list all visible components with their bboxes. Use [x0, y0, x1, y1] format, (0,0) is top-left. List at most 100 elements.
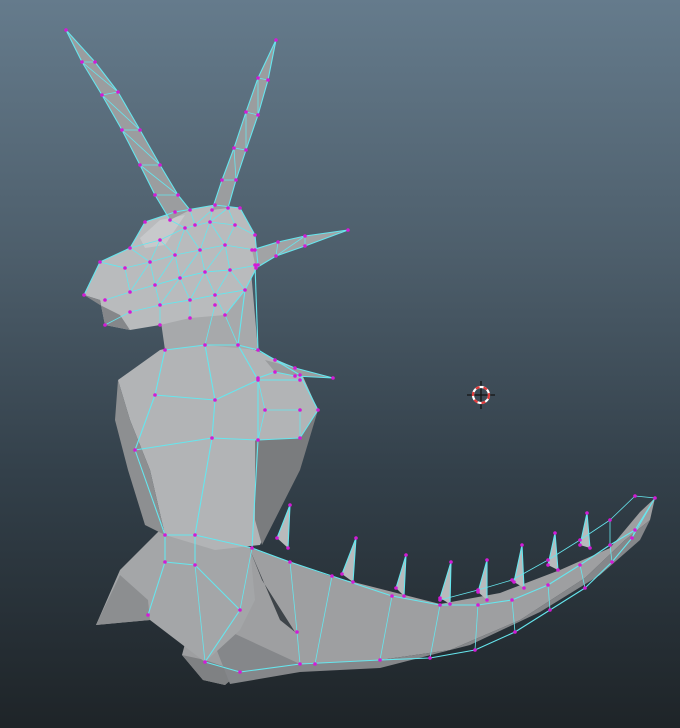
vertex[interactable] — [546, 563, 550, 567]
vertex[interactable] — [103, 298, 107, 302]
vertex[interactable] — [583, 586, 587, 590]
vertex[interactable] — [153, 193, 157, 197]
vertex[interactable] — [263, 408, 267, 412]
vertex[interactable] — [476, 590, 480, 594]
vertex[interactable] — [293, 366, 297, 370]
vertex[interactable] — [153, 393, 157, 397]
vertex[interactable] — [266, 78, 270, 82]
vertex[interactable] — [244, 148, 248, 152]
vertex[interactable] — [253, 248, 257, 252]
vertex[interactable] — [485, 598, 489, 602]
vertex[interactable] — [223, 313, 227, 317]
vertex[interactable] — [331, 376, 335, 380]
vertex[interactable] — [448, 602, 452, 606]
vertex[interactable] — [153, 283, 157, 287]
vertex[interactable] — [138, 128, 142, 132]
vertex[interactable] — [158, 303, 162, 307]
vertex[interactable] — [303, 244, 307, 248]
vertex[interactable] — [256, 113, 260, 117]
vertex[interactable] — [103, 323, 107, 327]
vertex[interactable] — [303, 234, 307, 238]
crosshair-manipulator-icon[interactable] — [467, 381, 495, 409]
vertex[interactable] — [213, 398, 217, 402]
vertex[interactable] — [438, 603, 442, 607]
vertex[interactable] — [288, 503, 292, 507]
vertex[interactable] — [173, 210, 177, 214]
vertex[interactable] — [293, 374, 297, 378]
vertex[interactable] — [298, 373, 302, 377]
vertex[interactable] — [476, 603, 480, 607]
vertex[interactable] — [298, 662, 302, 666]
vertex[interactable] — [256, 438, 260, 442]
vertex[interactable] — [295, 630, 299, 634]
vertex[interactable] — [128, 310, 132, 314]
vertex[interactable] — [653, 496, 657, 500]
vertex[interactable] — [522, 586, 526, 590]
vertex[interactable] — [473, 648, 477, 652]
vertex[interactable] — [80, 60, 84, 64]
vertex[interactable] — [138, 163, 142, 167]
vertex[interactable] — [548, 608, 552, 612]
vertex[interactable] — [143, 220, 147, 224]
vertex[interactable] — [193, 563, 197, 567]
vertex[interactable] — [238, 608, 242, 612]
vertex[interactable] — [608, 518, 612, 522]
vertex[interactable] — [588, 546, 592, 550]
vertex[interactable] — [208, 220, 212, 224]
mesh-surface[interactable] — [66, 30, 655, 685]
vertex[interactable] — [220, 178, 224, 182]
vertex[interactable] — [238, 670, 242, 674]
vertex[interactable] — [128, 246, 132, 250]
vertex[interactable] — [253, 233, 257, 237]
vertex[interactable] — [520, 543, 524, 547]
vertex[interactable] — [213, 303, 217, 307]
vertex[interactable] — [250, 546, 254, 550]
vertex[interactable] — [232, 146, 236, 150]
vertex[interactable] — [188, 316, 192, 320]
vertex[interactable] — [275, 536, 279, 540]
vertex[interactable] — [608, 543, 612, 547]
vertex[interactable] — [351, 580, 355, 584]
vertex[interactable] — [428, 656, 432, 660]
vertex[interactable] — [193, 223, 197, 227]
vertex[interactable] — [203, 343, 207, 347]
vertex[interactable] — [210, 208, 214, 212]
vertex[interactable] — [93, 60, 97, 64]
vertex[interactable] — [183, 226, 187, 230]
vertex[interactable] — [98, 260, 102, 264]
vertex[interactable] — [163, 348, 167, 352]
vertex[interactable] — [193, 533, 197, 537]
vertex[interactable] — [178, 276, 182, 280]
3d-viewport[interactable] — [0, 0, 680, 728]
vertex[interactable] — [198, 248, 202, 252]
vertex[interactable] — [390, 594, 394, 598]
mesh-scene[interactable] — [0, 0, 680, 728]
vertex[interactable] — [100, 93, 104, 97]
vertex[interactable] — [298, 378, 302, 382]
vertex[interactable] — [158, 163, 162, 167]
vertex[interactable] — [633, 494, 637, 498]
vertex[interactable] — [148, 260, 152, 264]
vertex[interactable] — [158, 323, 162, 327]
vertex[interactable] — [82, 293, 86, 297]
vertex[interactable] — [578, 538, 582, 542]
vertex[interactable] — [556, 568, 560, 572]
vertex[interactable] — [513, 630, 517, 634]
vertex[interactable] — [630, 536, 634, 540]
vertex[interactable] — [226, 206, 230, 210]
vertex[interactable] — [346, 228, 350, 232]
vertex[interactable] — [243, 288, 247, 292]
vertex[interactable] — [176, 193, 180, 197]
vertex[interactable] — [313, 662, 317, 666]
vertex[interactable] — [402, 594, 406, 598]
vertex[interactable] — [173, 253, 177, 257]
vertex[interactable] — [298, 408, 302, 412]
vertex[interactable] — [228, 268, 232, 272]
vertex[interactable] — [546, 558, 550, 562]
vertex[interactable] — [438, 596, 442, 600]
vertex[interactable] — [404, 553, 408, 557]
vertex[interactable] — [133, 448, 137, 452]
vertex[interactable] — [354, 536, 358, 540]
vertex[interactable] — [394, 586, 398, 590]
vertex[interactable] — [288, 560, 292, 564]
